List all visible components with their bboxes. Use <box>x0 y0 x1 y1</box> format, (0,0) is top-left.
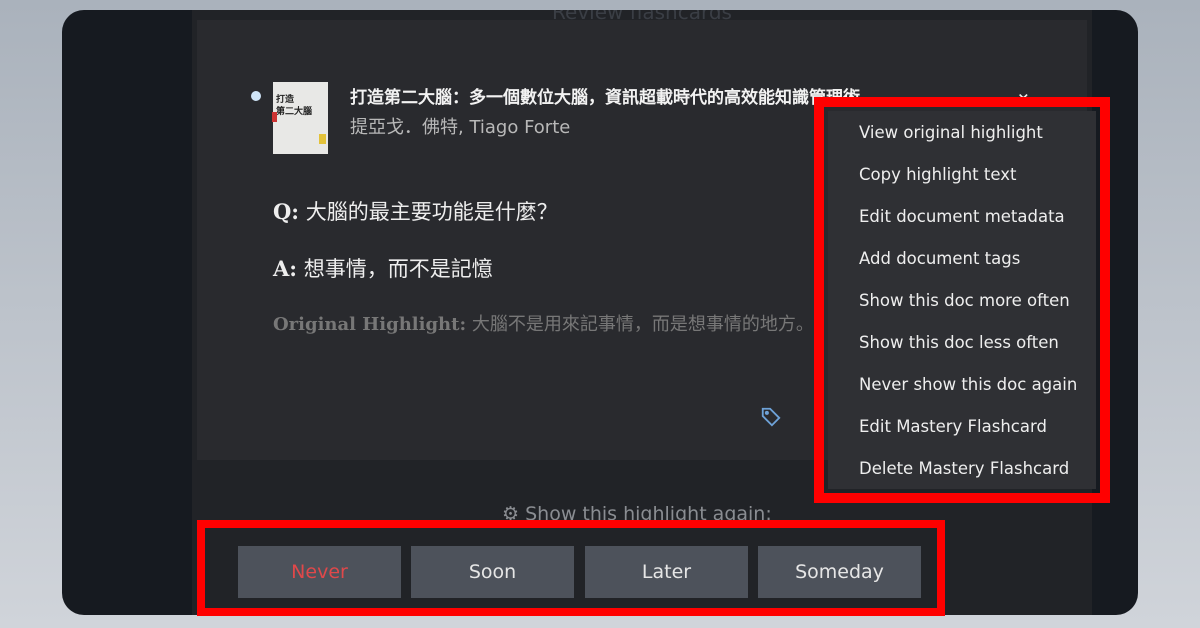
dropdown-menu: View original highlight Copy highlight t… <box>814 97 1110 503</box>
book-author: 提亞戈．佛特, Tiago Forte <box>350 117 571 138</box>
menu-item-less-often[interactable]: Show this doc less often <box>859 333 1059 352</box>
unread-dot <box>251 91 261 101</box>
menu-item-delete-flashcard[interactable]: Delete Mastery Flashcard <box>859 459 1069 478</box>
later-button[interactable]: Later <box>585 546 748 598</box>
review-buttons: Never Soon Later Someday <box>197 520 945 616</box>
question: Q: 大腦的最主要功能是什麼？ <box>273 199 558 224</box>
answer: A: 想事情，而不是記憶 <box>273 256 493 281</box>
book-title: 打造第二大腦：多一個數位大腦，資訊超載時代的高效能知識管理術 <box>350 88 860 108</box>
menu-item-more-often[interactable]: Show this doc more often <box>859 291 1070 310</box>
menu-item-edit-metadata[interactable]: Edit document metadata <box>859 207 1065 226</box>
original-highlight: Original Highlight: 大腦不是用來記事情，而是想事情的地方。 <box>273 314 814 335</box>
book-cover: 打造 第二大腦 <box>272 82 328 154</box>
never-button[interactable]: Never <box>238 546 401 598</box>
menu-item-edit-flashcard[interactable]: Edit Mastery Flashcard <box>859 417 1047 436</box>
menu-item-view-original[interactable]: View original highlight <box>859 123 1043 142</box>
soon-button[interactable]: Soon <box>411 546 574 598</box>
menu-item-never-show[interactable]: Never show this doc again <box>859 375 1077 394</box>
menu-item-copy-text[interactable]: Copy highlight text <box>859 165 1016 184</box>
tag-icon[interactable] <box>760 406 782 433</box>
menu-item-add-tags[interactable]: Add document tags <box>859 249 1020 268</box>
someday-button[interactable]: Someday <box>758 546 921 598</box>
